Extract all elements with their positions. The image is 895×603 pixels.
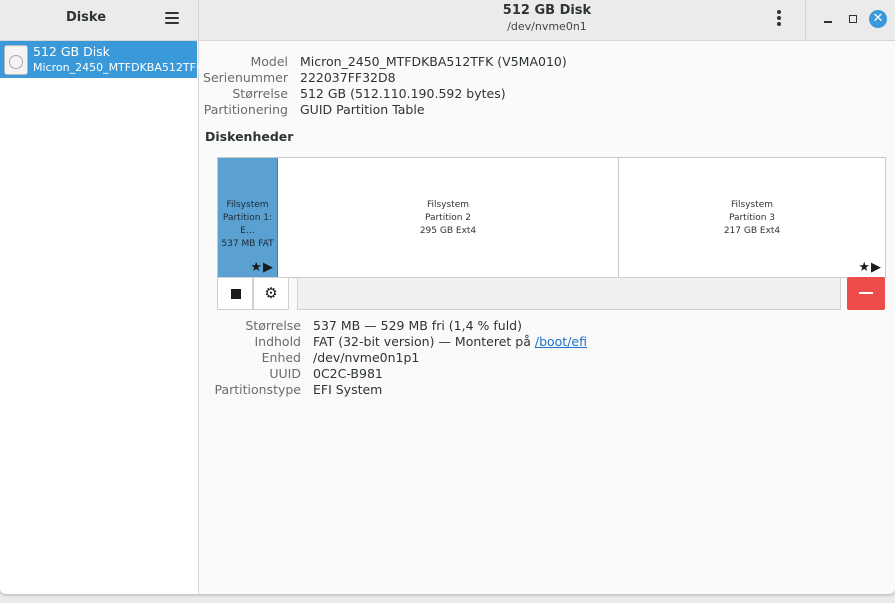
serial-label: Serienummer	[203, 70, 288, 85]
sidebar-title: Diske	[65, 10, 107, 25]
type-label: Partitionstype	[214, 382, 301, 397]
partition-1-mounted-icons: ★▶	[250, 260, 274, 275]
disks-window: Diske 512 GB Disk Micron_2450_MTFDKBA512…	[0, 0, 895, 594]
partition-settings-button[interactable]: ⚙	[253, 277, 289, 310]
serial-value: 222037FF32D8	[300, 70, 396, 85]
model-label: Model	[250, 54, 288, 69]
uuid-label: UUID	[269, 366, 301, 381]
uuid-value: 0C2C-B981	[313, 366, 383, 381]
partition-2-size: 295 GB Ext4	[419, 226, 477, 236]
model-value: Micron_2450_MTFDKBA512TFK (V5MA010)	[300, 54, 567, 69]
device-value: /dev/nvme0n1p1	[313, 350, 420, 365]
gear-icon: ⚙	[264, 284, 278, 302]
minimize-button[interactable]	[819, 10, 837, 28]
kebab-icon[interactable]	[775, 10, 783, 28]
sidebar-header: Diske	[0, 0, 198, 41]
maximize-button[interactable]	[844, 10, 862, 28]
partitioning-label: Partitionering	[203, 102, 288, 117]
part-size-label: Størrelse	[245, 318, 301, 333]
hamburger-icon[interactable]	[165, 12, 179, 24]
header-separator	[805, 0, 806, 40]
mount-point-link[interactable]: /boot/efi	[535, 334, 587, 349]
type-value: EFI System	[313, 382, 383, 397]
partition-2-name: Partition 2	[424, 213, 472, 223]
device-label: Enhed	[261, 350, 301, 365]
sidebar-item-disk[interactable]: 512 GB Disk Micron_2450_MTFDKBA512TFK	[0, 41, 203, 78]
partition-3-mounted-icons: ★▶	[858, 260, 882, 275]
partition-2-block[interactable]: Filsystem Partition 2 295 GB Ext4	[278, 158, 619, 277]
window-title: 512 GB Disk	[502, 3, 592, 18]
partitioning-value: GUID Partition Table	[300, 102, 425, 117]
unmount-button[interactable]	[217, 277, 253, 310]
delete-partition-button[interactable]	[847, 277, 885, 310]
partition-1-block[interactable]: Filsystem Partition 1: E… 537 MB FAT ★▶	[218, 158, 278, 277]
partition-3-type: Filsystem	[730, 200, 774, 210]
disk-model: Micron_2450_MTFDKBA512TFK	[33, 61, 204, 74]
volumes-title: Diskenheder	[205, 129, 294, 144]
content-label: Indhold	[254, 334, 301, 349]
header-bar: 512 GB Disk /dev/nvme0n1 ✕	[199, 0, 895, 41]
content-value: FAT (32-bit version) — Monteret på	[313, 334, 535, 349]
partition-1-type: Filsystem	[226, 200, 269, 210]
sidebar: Diske 512 GB Disk Micron_2450_MTFDKBA512…	[0, 0, 203, 594]
toolbar-spacer	[297, 277, 841, 310]
partition-3-block[interactable]: Filsystem Partition 3 217 GB Ext4 ★▶	[619, 158, 885, 277]
partition-3-name: Partition 3	[728, 213, 776, 223]
partition-3-size: 217 GB Ext4	[723, 226, 781, 236]
part-size-value: 537 MB — 529 MB fri (1,4 % fuld)	[313, 318, 522, 333]
disk-name: 512 GB Disk	[33, 44, 110, 59]
partition-1-size: 537 MB FAT	[221, 239, 274, 249]
partition-map: Filsystem Partition 1: E… 537 MB FAT ★▶ …	[217, 157, 886, 278]
partition-1-name: Partition 1: E…	[222, 213, 273, 236]
disk-size-label: Størrelse	[232, 86, 288, 101]
drive-icon	[4, 45, 28, 75]
window-subtitle: /dev/nvme0n1	[507, 20, 587, 33]
close-button[interactable]: ✕	[869, 10, 887, 28]
disk-size-value: 512 GB (512.110.190.592 bytes)	[300, 86, 506, 101]
partition-2-type: Filsystem	[426, 200, 470, 210]
